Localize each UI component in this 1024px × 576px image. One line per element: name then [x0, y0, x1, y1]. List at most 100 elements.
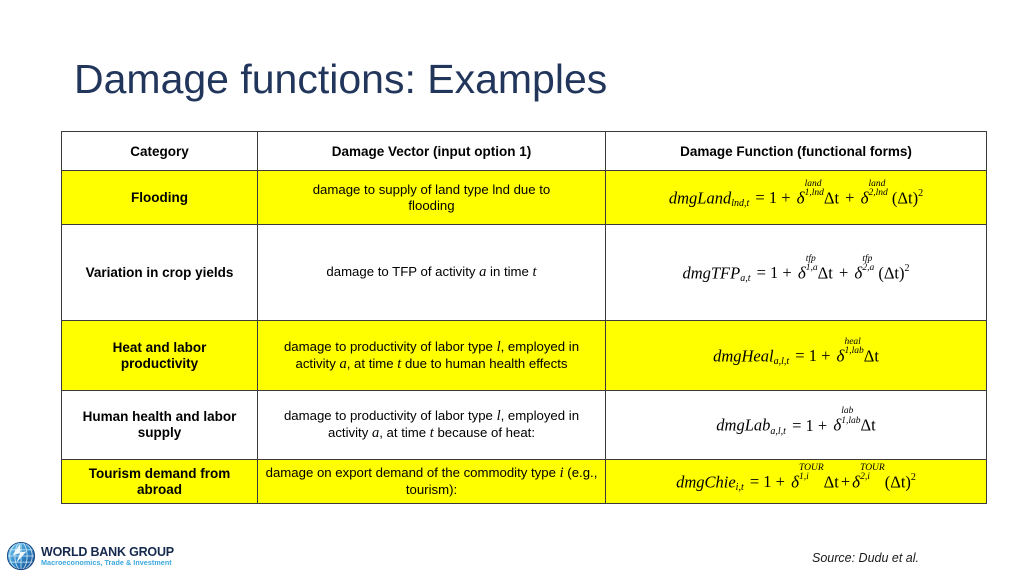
delta-symbol: δ	[797, 263, 806, 283]
formula-equals: = 1 +	[752, 263, 796, 283]
delta-subscript: 1,lab	[841, 415, 861, 426]
delta-symbol: δ	[791, 472, 800, 492]
category-label-line2: supply	[137, 425, 182, 440]
delta-term-2: δ land 2,lnd	[860, 179, 888, 208]
category-label-line1: Heat and labor	[112, 339, 207, 355]
delta-scripts: tfp 2,a	[862, 254, 875, 281]
delta-t-2: (Δt)	[887, 188, 919, 208]
formula-power: 2	[904, 262, 910, 274]
row-damage-function: dmgLandlnd,t = 1 + δ land 1,lnd Δt + δ land 2…	[605, 170, 987, 225]
globe-icon	[6, 541, 36, 571]
formula-dmgchie: dmgChiei,t = 1 + δ TOUR 1,i Δt + δ TOUR 2,i (Δt)…	[676, 463, 916, 494]
formula-equals: = 1 +	[791, 346, 835, 366]
row-damage-vector: damage to productivity of labor type l, …	[257, 320, 606, 391]
delta-subscript: 1,i	[799, 472, 809, 483]
vector-var-a: a	[339, 355, 347, 372]
category-label-line1: Tourism demand from	[88, 465, 231, 481]
header-damage-vector: Damage Vector (input option 1)	[257, 131, 606, 171]
vector-text-line1: damage to supply of land type lnd due to	[312, 182, 551, 198]
row-damage-vector: damage to TFP of activity a in time t	[257, 224, 606, 321]
delta-symbol: δ	[854, 263, 863, 283]
formula-dmglab: dmgLaba,l,t = 1 + δ lab 1,lab Δt	[716, 406, 875, 437]
delta-t-2: (Δt)	[884, 472, 911, 492]
formula-dmgland: dmgLandlnd,t = 1 + δ land 1,lnd Δt + δ land 2…	[669, 179, 924, 210]
formula-name: dmgLab	[716, 415, 771, 435]
delta-scripts: land 1,lnd	[804, 179, 824, 206]
category-label-line2: abroad	[136, 481, 182, 497]
formula-plus: +	[834, 263, 853, 283]
logo-tagline: Macroeconomics, Trade & Investment	[41, 558, 172, 568]
formula-equals: = 1 +	[787, 415, 832, 435]
category-label-line1: Human health and labor	[82, 409, 237, 425]
delta-t-2: (Δt)	[874, 263, 905, 283]
source-attribution: Source: Dudu et al.	[812, 551, 920, 565]
formula-name-subscript: a,l,t	[770, 425, 786, 437]
formula-dmgtfp: dmgTFPa,t = 1 + δ tfp 1,a Δt + δ tfp 2,a (Δt)…	[682, 254, 910, 285]
delta-t-1: Δt	[863, 346, 879, 366]
category-label-line2: productivity	[120, 355, 199, 371]
vector-text-pre: damage to TFP of activity	[326, 264, 480, 280]
row-category: Heat and labor productivity	[61, 320, 258, 391]
category-label: Variation in crop yields	[85, 264, 234, 280]
formula-power: 2	[918, 187, 924, 199]
delta-subscript: 1,lnd	[804, 188, 824, 199]
vector-var-t: t	[532, 264, 537, 281]
delta-term-2: δ tfp 2,a	[854, 254, 875, 283]
formula-power: 2	[910, 471, 916, 483]
delta-subscript: 2,i	[860, 472, 870, 483]
formula-plus: +	[840, 472, 851, 492]
delta-symbol: δ	[852, 472, 861, 492]
delta-scripts: lab 1,lab	[841, 406, 861, 433]
formula-plus: +	[841, 188, 859, 208]
formula-name-subscript: a,t	[740, 273, 751, 285]
delta-subscript: 2,lnd	[868, 188, 888, 199]
header-category: Category	[61, 131, 258, 171]
row-damage-vector: damage on export demand of the commodity…	[257, 459, 606, 504]
delta-term-1: δ land 1,lnd	[796, 179, 824, 208]
formula-name: dmgHeal	[713, 346, 774, 366]
vector-text-p1: damage to productivity of labor type	[283, 338, 497, 354]
delta-t-1: Δt	[823, 188, 840, 208]
page-title: Damage functions: Examples	[74, 56, 608, 102]
delta-scripts: land 2,lnd	[868, 179, 888, 206]
vector-text-p1: damage to productivity of labor type	[283, 408, 497, 424]
formula-name: dmgChie	[676, 472, 736, 492]
row-damage-vector: damage to productivity of labor type l, …	[257, 390, 606, 460]
row-category: Flooding	[61, 170, 258, 225]
damage-functions-table: Category Damage Vector (input option 1) …	[61, 131, 987, 504]
delta-term-1: δ TOUR 1,i	[791, 463, 824, 492]
vector-text-line2: flooding	[408, 197, 455, 213]
header-damage-function: Damage Function (functional forms)	[605, 131, 987, 171]
vector-text-p4: because of heat:	[433, 425, 535, 440]
world-bank-wordmark: WORLD BANK GROUP Macroeconomics, Trade &…	[41, 546, 174, 567]
row-category: Tourism demand from abroad	[61, 459, 258, 504]
delta-symbol: δ	[860, 188, 869, 208]
delta-scripts: heal 1,lab	[844, 337, 864, 364]
table-row: Flooding damage to supply of land type l…	[61, 170, 987, 225]
logo-name: WORLD BANK GROUP	[41, 544, 174, 559]
row-damage-function: dmgLaba,l,t = 1 + δ lab 1,lab Δt	[605, 390, 987, 460]
table-header-row: Category Damage Vector (input option 1) …	[61, 131, 987, 171]
delta-term-1: δ heal 1,lab	[837, 337, 864, 365]
formula-name: dmgTFP	[682, 263, 741, 283]
delta-t-1: Δt	[817, 263, 833, 283]
delta-term-1: δ tfp 1,a	[797, 254, 818, 283]
formula-equals: = 1 +	[745, 472, 790, 492]
delta-subscript: 1,lab	[844, 346, 864, 357]
delta-symbol: δ	[833, 415, 842, 435]
table-row: Heat and labor productivity damage to pr…	[61, 320, 987, 391]
formula-name-subscript: a,l,t	[773, 356, 790, 368]
delta-scripts: tfp 1,a	[805, 254, 818, 281]
formula-name-subscript: i,t	[735, 482, 744, 494]
delta-subscript: 1,a	[805, 263, 818, 274]
delta-subscript: 2,a	[862, 263, 875, 274]
row-damage-function: dmgHeala,l,t = 1 + δ heal 1,lab Δt	[605, 320, 987, 391]
delta-symbol: δ	[796, 188, 805, 208]
vector-text-p3: , at time	[379, 425, 430, 440]
row-damage-function: dmgChiei,t = 1 + δ TOUR 1,i Δt + δ TOUR 2,i (Δt)…	[605, 459, 987, 504]
world-bank-logo: WORLD BANK GROUP Macroeconomics, Trade &…	[6, 541, 174, 571]
formula-equals: = 1 +	[751, 188, 795, 208]
formula-name-subscript: lnd,t	[731, 198, 750, 210]
category-label: Flooding	[131, 189, 188, 205]
delta-t-1: Δt	[823, 472, 839, 492]
